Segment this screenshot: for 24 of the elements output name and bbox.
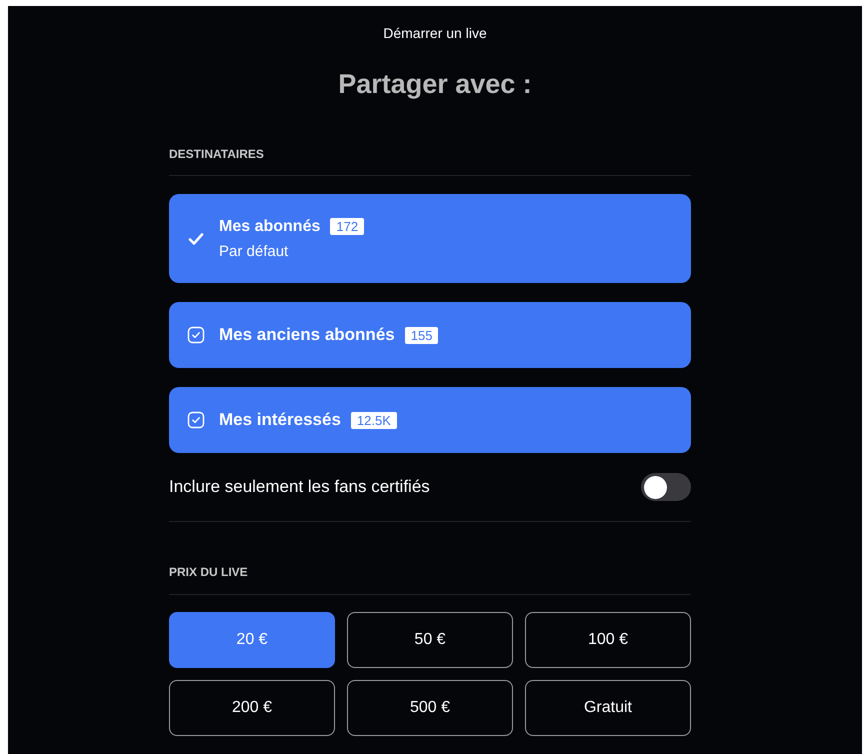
price-option[interactable]: 500 €	[347, 680, 513, 736]
recipient-note: Par défaut	[219, 242, 290, 260]
recipient-name: Mes intéressés	[219, 410, 341, 430]
certified-toggle[interactable]	[641, 473, 691, 501]
checkbox-icon[interactable]	[187, 411, 205, 429]
section-label: DESTINATAIRES	[169, 146, 265, 162]
count-badge: 12.5K	[350, 412, 397, 428]
recipient-option[interactable]: Mes intéressés 12.5K	[169, 387, 691, 453]
section-label: PRIX DU LIVE	[169, 564, 249, 580]
recipient-option[interactable]: Mes abonnés 172 Par défaut	[169, 194, 691, 283]
page-title: Partager avec :	[338, 68, 532, 100]
price-option[interactable]: Gratuit	[525, 680, 691, 736]
price-option[interactable]: 200 €	[169, 680, 335, 736]
count-badge: 172	[330, 218, 364, 235]
recipient-option[interactable]: Mes anciens abonnés 155	[169, 302, 691, 368]
checkbox-icon[interactable]	[187, 326, 205, 344]
count-badge: 155	[404, 326, 438, 344]
recipient-name: Mes abonnés	[219, 216, 320, 236]
toggle-label: Inclure seulement les fans certifiés	[169, 476, 430, 498]
page-subtitle: Démarrer un live	[383, 24, 487, 42]
recipient-name: Mes anciens abonnés	[219, 325, 395, 345]
price-option[interactable]: 100 €	[525, 612, 691, 668]
price-option[interactable]: 50 €	[347, 612, 513, 668]
price-option[interactable]: 20 €	[169, 612, 335, 668]
